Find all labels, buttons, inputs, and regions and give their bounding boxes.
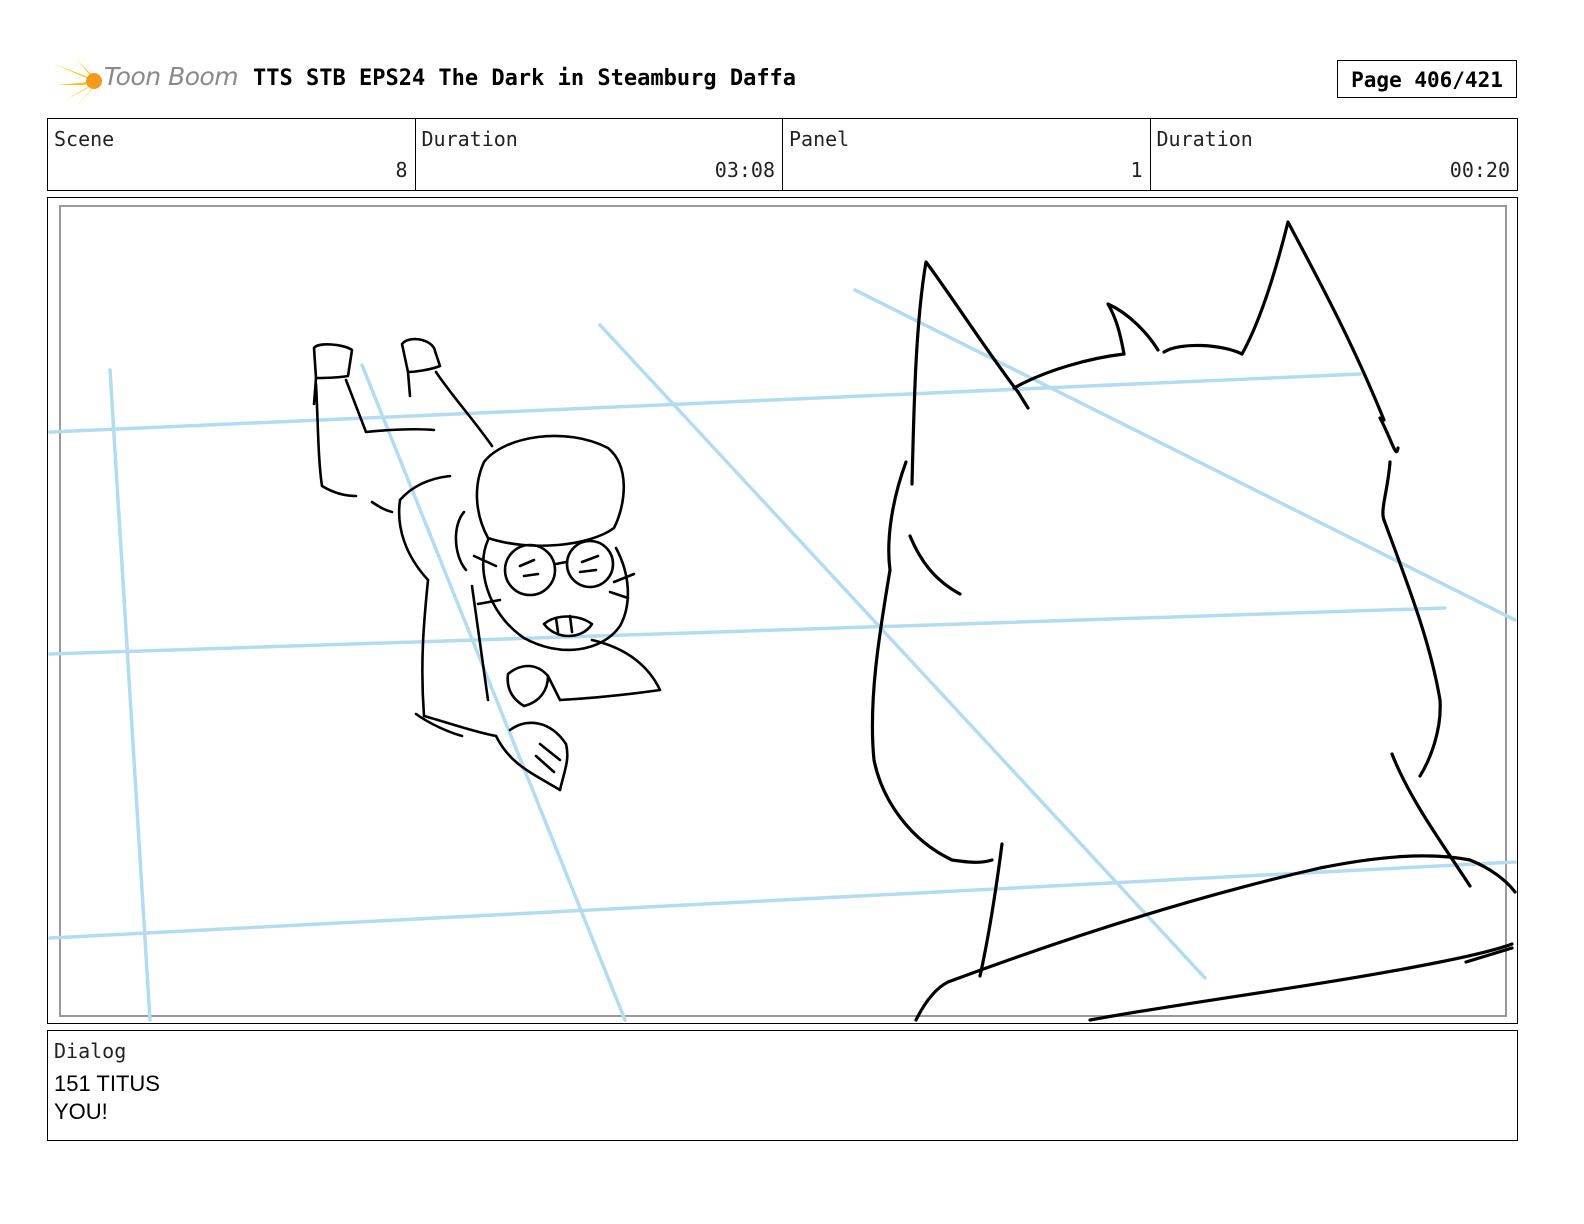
dialog-label: Dialog: [54, 1039, 127, 1063]
dialog-box: Dialog 151 TITUS YOU!: [47, 1030, 1518, 1141]
character-cat-head: [870, 220, 1517, 1022]
perspective-guides: [48, 288, 1517, 1022]
dialog-line-text: YOU!: [54, 1099, 108, 1124]
dialog-line-speaker: 151 TITUS: [54, 1071, 160, 1096]
